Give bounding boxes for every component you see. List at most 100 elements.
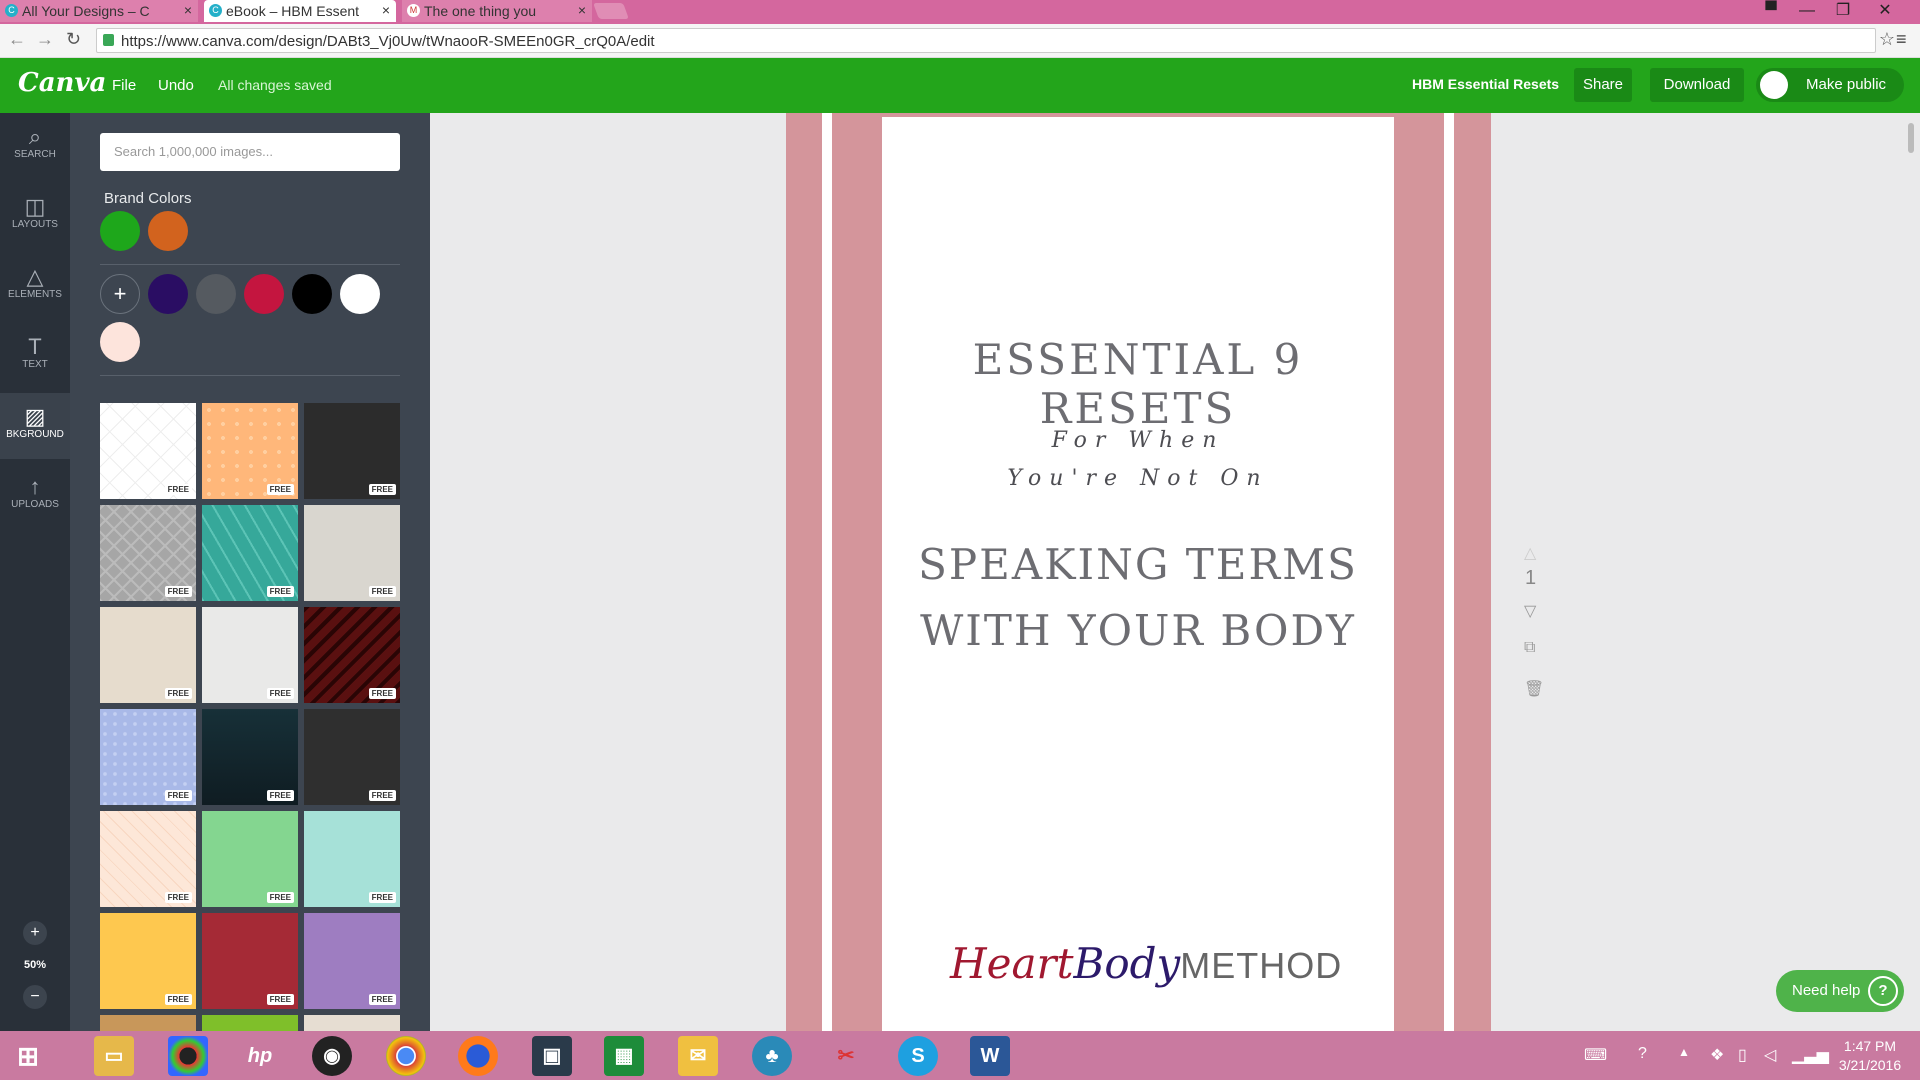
close-window-icon[interactable]: ✕ xyxy=(1868,0,1902,22)
tree-app-icon[interactable]: ♣ xyxy=(752,1036,792,1076)
volume-icon[interactable]: ◁ xyxy=(1764,1045,1776,1065)
background-tile[interactable] xyxy=(202,1015,298,1031)
skype-icon[interactable]: S xyxy=(898,1036,938,1076)
brand-colors-label: Brand Colors xyxy=(104,190,192,207)
user-icon[interactable]: ▀ xyxy=(1754,0,1788,22)
rail-layouts[interactable]: ◫ LAYOUTS xyxy=(0,183,70,249)
color-wheel-icon[interactable] xyxy=(168,1036,208,1076)
background-tile[interactable]: FREE xyxy=(100,913,196,1009)
snipping-tool-icon[interactable]: ✂ xyxy=(826,1036,866,1076)
download-button[interactable]: Download xyxy=(1650,68,1744,102)
color-swatch[interactable] xyxy=(196,274,236,314)
background-tile[interactable]: FREE xyxy=(304,505,400,601)
color-swatch[interactable] xyxy=(244,274,284,314)
move-page-up-icon[interactable]: △ xyxy=(1524,543,1536,563)
url-text[interactable]: https://www.canva.com/design/DABt3_Vj0Uw… xyxy=(121,33,655,50)
background-tile[interactable]: FREE xyxy=(202,811,298,907)
keyboard-icon[interactable]: ⌨ xyxy=(1584,1045,1607,1065)
browser-tab-gmail[interactable]: M The one thing you × xyxy=(402,0,592,22)
chrome-icon[interactable] xyxy=(386,1036,426,1076)
delete-page-icon[interactable]: 🗑 xyxy=(1524,679,1544,699)
image-search-input[interactable]: Search 1,000,000 images... xyxy=(100,133,400,171)
copy-page-icon[interactable]: ⧉ xyxy=(1524,639,1535,657)
forward-icon[interactable]: → xyxy=(36,29,54,50)
file-menu[interactable]: File xyxy=(112,77,136,94)
title-line[interactable]: ESSENTIAL 9 RESETS xyxy=(882,335,1394,433)
vertical-scrollbar[interactable] xyxy=(1908,123,1914,153)
background-tile[interactable]: FREE xyxy=(100,811,196,907)
rail-search[interactable]: ⌕ SEARCH xyxy=(0,113,70,179)
show-hidden-icons[interactable]: ▲ xyxy=(1678,1045,1690,1059)
background-tile[interactable]: FREE xyxy=(100,505,196,601)
maximize-icon[interactable]: ❐ xyxy=(1826,0,1860,22)
file-explorer-icon[interactable]: ▭ xyxy=(94,1036,134,1076)
brand-color-swatch[interactable] xyxy=(148,211,188,251)
subtitle-block[interactable]: For When You're Not On xyxy=(882,422,1394,498)
new-tab-button[interactable] xyxy=(593,3,629,19)
make-public-toggle[interactable]: Make public xyxy=(1756,68,1904,102)
start-icon[interactable]: ⊞ xyxy=(8,1036,48,1076)
url-field[interactable]: https://www.canva.com/design/DABt3_Vj0Uw… xyxy=(96,28,1895,53)
share-button[interactable]: Share xyxy=(1574,68,1632,102)
zoom-out-button[interactable]: − xyxy=(23,985,47,1009)
rail-uploads[interactable]: ↑ UPLOADS xyxy=(0,463,70,529)
calculator-icon[interactable]: ▦ xyxy=(604,1036,644,1076)
document-name[interactable]: HBM Essential Resets xyxy=(1412,76,1559,92)
rail-text[interactable]: T TEXT xyxy=(0,323,70,389)
minimize-icon[interactable]: — xyxy=(1790,0,1824,22)
firefox-icon[interactable] xyxy=(458,1036,498,1076)
chrome-menu-icon[interactable]: ≡ xyxy=(1896,29,1907,50)
background-tile[interactable]: FREE xyxy=(202,913,298,1009)
bookmark-star-icon[interactable]: ☆ xyxy=(1879,29,1895,50)
help-icon: ? xyxy=(1868,976,1898,1006)
browser-tab-all-designs[interactable]: C All Your Designs – C × xyxy=(0,0,198,22)
battery-icon[interactable]: ▯ xyxy=(1738,1045,1747,1065)
background-tile[interactable]: FREE xyxy=(100,403,196,499)
need-help-button[interactable]: Need help ? xyxy=(1776,970,1904,1012)
canva-logo[interactable]: Canva xyxy=(18,68,106,98)
move-page-down-icon[interactable]: ▽ xyxy=(1524,601,1536,621)
close-tab-icon[interactable]: × xyxy=(578,2,586,18)
color-swatch[interactable] xyxy=(340,274,380,314)
background-tile[interactable]: FREE xyxy=(304,709,400,805)
background-tile[interactable] xyxy=(100,1015,196,1031)
main-heading[interactable]: SPEAKING TERMS WITH YOUR BODY xyxy=(882,532,1394,664)
background-tile[interactable]: FREE xyxy=(202,505,298,601)
reload-icon[interactable]: ↻ xyxy=(66,29,81,50)
color-swatch[interactable] xyxy=(292,274,332,314)
word-icon[interactable]: W xyxy=(970,1036,1010,1076)
background-tile[interactable]: FREE xyxy=(202,403,298,499)
heartbody-method-logo[interactable]: HeartBodyMETHOD xyxy=(950,939,1342,988)
background-tile[interactable]: FREE xyxy=(100,607,196,703)
color-swatch[interactable] xyxy=(100,322,140,362)
page-content-area[interactable]: ESSENTIAL 9 RESETS For When You're Not O… xyxy=(882,117,1394,1031)
design-page[interactable]: ESSENTIAL 9 RESETS For When You're Not O… xyxy=(786,113,1491,1031)
free-badge: FREE xyxy=(164,790,192,801)
back-icon[interactable]: ← xyxy=(8,29,26,50)
close-tab-icon[interactable]: × xyxy=(382,2,390,18)
dropbox-icon[interactable]: ❖ xyxy=(1710,1045,1724,1065)
background-tile[interactable]: FREE xyxy=(202,709,298,805)
background-tile[interactable]: FREE xyxy=(304,403,400,499)
rail-background[interactable]: ▨ BKGROUND xyxy=(0,393,70,459)
camera-icon[interactable]: ◉ xyxy=(312,1036,352,1076)
add-color-button[interactable]: + xyxy=(100,274,140,314)
background-tile[interactable]: FREE xyxy=(100,709,196,805)
color-swatch[interactable] xyxy=(148,274,188,314)
video-icon[interactable]: ▣ xyxy=(532,1036,572,1076)
system-clock[interactable]: 1:47 PM 3/21/2016 xyxy=(1820,1037,1920,1075)
zoom-in-button[interactable]: + xyxy=(23,921,47,945)
background-tile[interactable]: FREE xyxy=(304,607,400,703)
background-tile[interactable]: FREE xyxy=(304,913,400,1009)
outlook-icon[interactable]: ✉ xyxy=(678,1036,718,1076)
background-tile[interactable]: FREE xyxy=(202,607,298,703)
undo-button[interactable]: Undo xyxy=(158,77,194,94)
rail-elements[interactable]: △ ELEMENTS xyxy=(0,253,70,319)
browser-tab-ebook[interactable]: C eBook – HBM Essent × xyxy=(204,0,396,22)
background-tile[interactable] xyxy=(304,1015,400,1031)
help-tray-icon[interactable]: ? xyxy=(1638,1045,1647,1063)
background-tile[interactable]: FREE xyxy=(304,811,400,907)
brand-color-swatch[interactable] xyxy=(100,211,140,251)
hp-icon[interactable]: hp xyxy=(240,1036,280,1076)
close-tab-icon[interactable]: × xyxy=(184,2,192,18)
